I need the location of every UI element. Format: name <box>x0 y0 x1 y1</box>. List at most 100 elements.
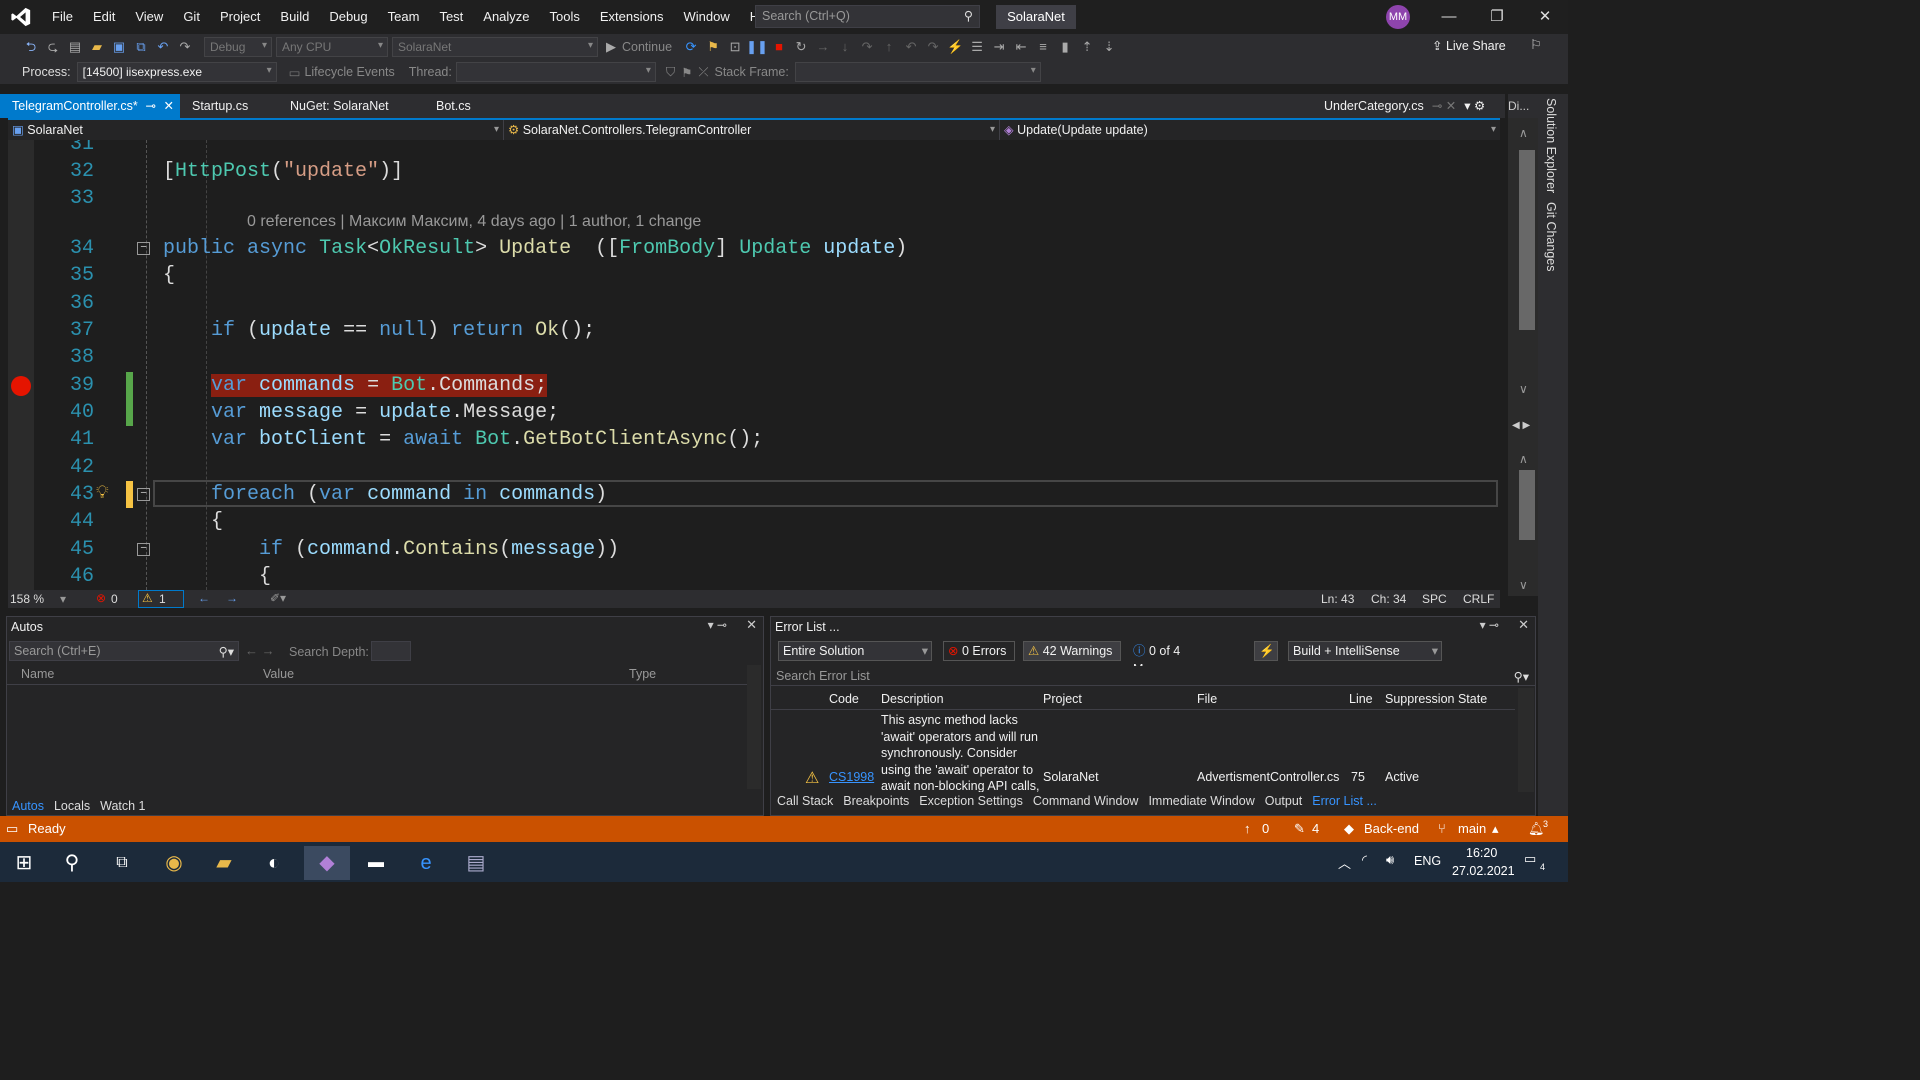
feedback-icon[interactable]: ⚐ <box>1530 37 1542 53</box>
open-folder-icon[interactable]: ▰ <box>86 36 108 58</box>
tab-bot[interactable]: Bot.cs <box>424 94 514 118</box>
member-dropdown[interactable]: ◈ Update(Update update) <box>1000 120 1500 140</box>
branch-up-icon[interactable]: ▴ <box>1492 816 1499 842</box>
warnings-filter-button[interactable]: ⚠ 42 Warnings <box>1023 641 1121 661</box>
pin-icon[interactable]: ⊸ <box>146 94 156 118</box>
col-file[interactable]: File <box>1197 692 1217 706</box>
edge-icon[interactable]: e <box>406 846 446 880</box>
zoom-level[interactable]: 158 % <box>10 592 44 606</box>
continue-button[interactable]: Continue <box>622 40 672 54</box>
task-view-icon[interactable]: ⧉ <box>102 846 142 880</box>
col-project[interactable]: Project <box>1043 692 1082 706</box>
code-text[interactable]: if (update == null) return Ok(); <box>163 317 595 344</box>
messages-filter-button[interactable]: ⓘ 0 of 4 Messages <box>1128 641 1244 676</box>
menu-item[interactable]: Debug <box>319 0 377 34</box>
unpushed-count[interactable]: 0 <box>1262 816 1269 842</box>
undo-icon[interactable]: ↶ <box>152 36 174 58</box>
code-line[interactable]: 37 if (update == null) return Ok(); <box>8 317 1500 344</box>
code-text[interactable]: { <box>163 262 175 289</box>
project-dropdown[interactable]: ▣ SolaraNet <box>8 120 504 140</box>
branch-name[interactable]: main <box>1458 816 1486 842</box>
collapse-icon[interactable]: − <box>137 543 150 556</box>
close-icon[interactable]: ✕ <box>1522 0 1568 34</box>
repo-name[interactable]: Back-end <box>1364 816 1419 842</box>
code-line[interactable]: 36 <box>8 290 1500 317</box>
stop-icon[interactable]: ■ <box>768 36 790 58</box>
next-bookmark-icon[interactable]: ⇣ <box>1098 36 1120 58</box>
line-ending[interactable]: CRLF <box>1463 592 1494 606</box>
errors-filter-button[interactable]: ⊗ 0 Errors <box>943 641 1015 661</box>
code-text[interactable]: var commands = Bot.Commands; <box>163 372 548 399</box>
col-code[interactable]: Code <box>829 692 859 706</box>
breakpoint-icon[interactable] <box>11 376 31 396</box>
clock-date[interactable]: 27.02.2021 <box>1452 864 1515 878</box>
error-count[interactable]: 0 <box>111 592 118 606</box>
code-text[interactable]: { <box>163 563 271 590</box>
step-over-icon[interactable]: ↷ <box>856 36 878 58</box>
wifi-icon[interactable]: ◜ <box>1362 852 1367 868</box>
col-suppression[interactable]: Suppression State <box>1385 692 1487 706</box>
quick-launch-search[interactable]: Search (Ctrl+Q) ⚲ <box>755 5 980 28</box>
autos-search-input[interactable]: Search (Ctrl+E) ⚲▾ <box>9 641 239 661</box>
nav-forward-icon[interactable]: → <box>226 591 238 605</box>
lightbulb-icon[interactable]: 💡︎ <box>96 481 109 508</box>
thread-dropdown[interactable] <box>455 62 656 82</box>
collapse-icon[interactable]: − <box>137 488 150 501</box>
stackframe-dropdown[interactable] <box>794 62 1041 82</box>
platform-dropdown[interactable]: Any CPU <box>276 37 388 57</box>
tab-telegramcontroller[interactable]: TelegramController.cs* ⊸ ✕ <box>0 94 180 118</box>
bottom-panel-tab[interactable]: Exception Settings <box>914 792 1028 810</box>
tab-startup[interactable]: Startup.cs <box>180 94 278 118</box>
flag-icon[interactable]: ⚑ <box>681 65 692 80</box>
codelens-info[interactable]: 0 references | Максим Максим, 4 days ago… <box>247 213 701 231</box>
collapse-icon[interactable]: − <box>137 242 150 255</box>
bottom-panel-tab[interactable]: Call Stack <box>772 792 838 810</box>
code-text[interactable]: [HttpPost("update")] <box>163 158 403 185</box>
code-line[interactable]: 44 { <box>8 508 1500 535</box>
comment-icon[interactable]: ≡ <box>1032 36 1054 58</box>
redo-icon[interactable]: ↷ <box>174 36 196 58</box>
tab-undercategory[interactable]: UnderCategory.cs ⊸ ✕ ▾ ⚙ <box>1312 94 1502 118</box>
warning-count[interactable]: 1 <box>159 592 166 606</box>
col-value[interactable]: Value <box>263 667 294 681</box>
clock-time[interactable]: 16:20 <box>1466 846 1497 860</box>
bottom-panel-tab[interactable]: Error List ... <box>1307 792 1382 810</box>
error-list-search[interactable]: Search Error List ⚲▾ <box>771 666 1535 686</box>
step-out-icon[interactable]: ↑ <box>878 36 900 58</box>
menu-item[interactable]: Git <box>173 0 210 34</box>
tab-autos[interactable]: Autos <box>7 797 49 815</box>
panel-menu-icon[interactable]: ▾ ⊸ <box>708 618 727 632</box>
menu-item[interactable]: Edit <box>83 0 125 34</box>
bottom-panel-tab[interactable]: Immediate Window <box>1143 792 1259 810</box>
bottom-panel-tab[interactable]: Output <box>1260 792 1308 810</box>
visual-studio-icon[interactable]: ◆ <box>304 846 350 880</box>
menu-item[interactable]: Window <box>673 0 739 34</box>
indent-icon[interactable]: ⇥ <box>988 36 1010 58</box>
code-line[interactable]: 46 { <box>8 563 1500 590</box>
panel-close-icon[interactable]: ✕ <box>1518 617 1529 633</box>
code-line[interactable]: 38 <box>8 344 1500 371</box>
prev-bookmark-icon[interactable]: ⇡ <box>1076 36 1098 58</box>
code-line[interactable]: 31 <box>8 140 1500 158</box>
browser-link-icon[interactable]: ⚑ <box>702 36 724 58</box>
col-line[interactable]: Line <box>1349 692 1373 706</box>
app-icon[interactable]: ▤ <box>456 846 496 880</box>
build-intellisense-dropdown[interactable]: Build + IntelliSense ▾ <box>1288 641 1442 661</box>
filter-icon[interactable]: ⛉ <box>666 65 675 80</box>
search-depth-dropdown[interactable] <box>371 641 411 661</box>
error-list-scrollbar[interactable] <box>1518 688 1534 792</box>
tab-locals[interactable]: Locals <box>49 797 95 815</box>
menu-item[interactable]: Extensions <box>590 0 674 34</box>
chrome-icon[interactable]: ◉ <box>154 846 194 880</box>
windows-start-icon[interactable]: ⊞ <box>4 846 44 880</box>
scrollbar-thumb-2[interactable] <box>1519 470 1535 540</box>
code-line[interactable]: 40 var message = update.Message; <box>8 399 1500 426</box>
scroll-up-2-icon[interactable]: ∧ <box>1519 452 1528 466</box>
code-line[interactable]: 35 { <box>8 262 1500 289</box>
class-dropdown[interactable]: ⚙ SolaraNet.Controllers.TelegramControll… <box>504 120 1000 140</box>
cleanup-icon[interactable]: ✐▾ <box>270 591 286 605</box>
step-icon[interactable]: → <box>812 36 834 58</box>
restart-icon[interactable]: ↻ <box>790 36 812 58</box>
action-center-icon[interactable]: ▭ <box>1524 851 1536 867</box>
live-share-button[interactable]: ⇪ Live Share <box>1432 38 1506 53</box>
